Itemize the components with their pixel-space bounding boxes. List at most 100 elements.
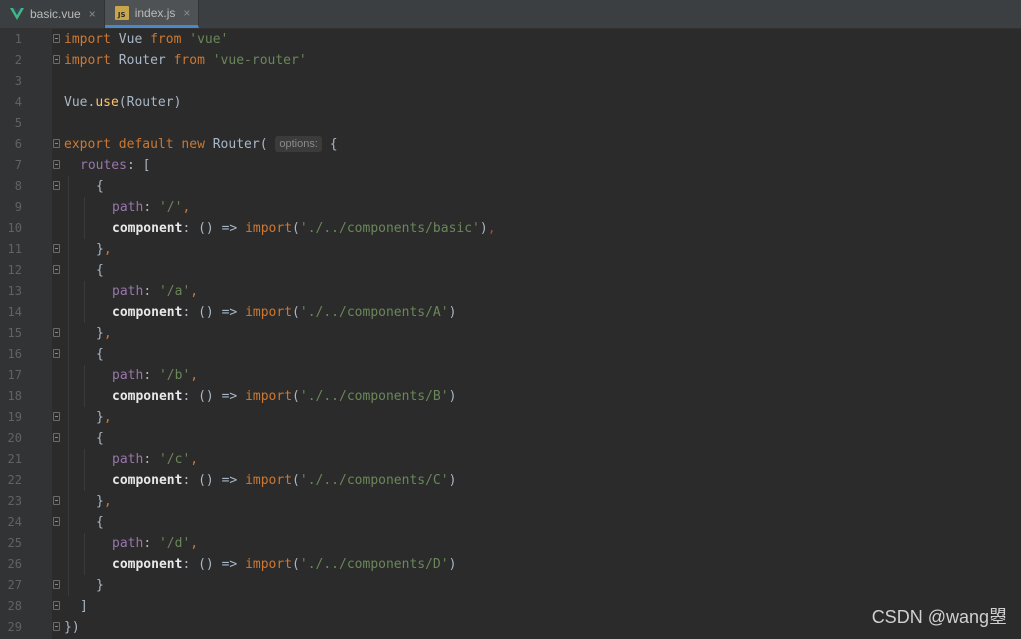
code-line[interactable]: 20 { (0, 428, 1021, 449)
fold-toggle-icon[interactable] (53, 139, 60, 148)
line-number: 8 (14, 179, 22, 193)
line-number: 22 (7, 473, 22, 487)
editor-tab-bar: basic.vue × JS index.js × (0, 0, 1021, 29)
line-number: 17 (7, 368, 22, 382)
fold-toggle-icon[interactable] (53, 34, 60, 43)
line-number: 11 (7, 242, 22, 256)
close-icon[interactable]: × (89, 7, 96, 21)
code-line[interactable]: 26 component: () => import('./../componen… (0, 554, 1021, 575)
indent-guide (68, 491, 69, 512)
code-line[interactable]: 18 component: () => import('./../componen… (0, 386, 1021, 407)
indent-guide (84, 533, 85, 554)
code-line[interactable]: 7 routes: [ (0, 155, 1021, 176)
indent-guide (68, 281, 69, 302)
code-text: }) (64, 620, 80, 635)
tab-index-js[interactable]: JS index.js × (104, 0, 200, 28)
code-text: { (96, 431, 104, 446)
parameter-hint: options: (275, 136, 322, 152)
tab-label: index.js (134, 5, 176, 20)
code-line[interactable]: 14 component: () => import('./../componen… (0, 302, 1021, 323)
indent-guide (68, 344, 69, 365)
line-number: 24 (7, 515, 22, 529)
code-editor[interactable]: 1 import Vue from 'vue' 2 import Router fro… (0, 29, 1021, 638)
indent-guide (84, 554, 85, 575)
code-text: { (96, 515, 104, 530)
line-number: 28 (7, 599, 22, 613)
code-line[interactable]: 2 import Router from 'vue-router' (0, 50, 1021, 71)
indent-guide (84, 365, 85, 386)
line-number: 23 (7, 494, 22, 508)
code-line[interactable]: 19}, (0, 407, 1021, 428)
close-icon[interactable]: × (183, 6, 190, 20)
indent-guide (84, 470, 85, 491)
code-text: path: '/a', (112, 284, 199, 299)
indent-guide (68, 302, 69, 323)
fold-toggle-icon[interactable] (53, 517, 60, 526)
fold-toggle-icon[interactable] (53, 55, 60, 64)
code-line[interactable]: 15}, (0, 323, 1021, 344)
code-text: component: () => import('./../components… (112, 557, 457, 572)
code-text: { (96, 179, 104, 194)
line-number: 6 (14, 137, 22, 151)
indent-guide (84, 386, 85, 407)
fold-toggle-icon[interactable] (53, 349, 60, 358)
indent-guide (84, 302, 85, 323)
tab-basic-vue[interactable]: basic.vue × (0, 0, 105, 28)
code-text: Vue.use(Router) (64, 95, 182, 110)
fold-toggle-icon[interactable] (53, 496, 60, 505)
code-text: }, (96, 410, 112, 425)
code-line[interactable]: 23}, (0, 491, 1021, 512)
indent-guide (68, 260, 69, 281)
fold-toggle-icon[interactable] (53, 328, 60, 337)
line-number: 29 (7, 620, 22, 634)
line-number: 7 (14, 158, 22, 172)
code-line[interactable]: 13 path: '/a', (0, 281, 1021, 302)
indent-guide (68, 323, 69, 344)
code-text: import Router from 'vue-router' (64, 53, 307, 68)
code-line[interactable]: 4 Vue.use(Router) (0, 92, 1021, 113)
code-line[interactable]: 25 path: '/d', (0, 533, 1021, 554)
code-text: import Vue from 'vue' (64, 32, 229, 47)
code-line[interactable]: 8{ (0, 176, 1021, 197)
code-line[interactable]: 9 path: '/', (0, 197, 1021, 218)
indent-guide (84, 281, 85, 302)
line-number: 5 (14, 116, 22, 130)
code-text: component: () => import('./../components… (112, 389, 457, 404)
fold-toggle-icon[interactable] (53, 433, 60, 442)
fold-toggle-icon[interactable] (53, 244, 60, 253)
code-line[interactable]: 22 component: () => import('./../componen… (0, 470, 1021, 491)
watermark: CSDN @wang曌 (871, 607, 1007, 627)
code-line[interactable]: 11}, (0, 239, 1021, 260)
indent-guide (68, 365, 69, 386)
fold-toggle-icon[interactable] (53, 622, 60, 631)
fold-toggle-icon[interactable] (53, 265, 60, 274)
code-line[interactable]: 12 { (0, 260, 1021, 281)
fold-toggle-icon[interactable] (53, 160, 60, 169)
code-line[interactable]: 17 path: '/b', (0, 365, 1021, 386)
code-line[interactable]: 28] (0, 596, 1021, 617)
tab-label: basic.vue (30, 7, 81, 21)
fold-toggle-icon[interactable] (53, 412, 60, 421)
code-line[interactable]: 1 import Vue from 'vue' (0, 29, 1021, 50)
code-line[interactable]: 6 export default new Router( options: { (0, 134, 1021, 155)
code-text: }, (96, 326, 112, 341)
code-line[interactable]: 21 path: '/c', (0, 449, 1021, 470)
fold-toggle-icon[interactable] (53, 181, 60, 190)
fold-toggle-icon[interactable] (53, 580, 60, 589)
indent-guide (68, 197, 69, 218)
indent-guide (84, 218, 85, 239)
indent-guide (68, 512, 69, 533)
code-line[interactable]: 27} (0, 575, 1021, 596)
line-number: 2 (14, 53, 22, 67)
fold-toggle-icon[interactable] (53, 601, 60, 610)
code-line[interactable]: 3 (0, 71, 1021, 92)
code-line[interactable]: 29}) (0, 617, 1021, 638)
indent-guide (84, 449, 85, 470)
code-line[interactable]: 24 { (0, 512, 1021, 533)
code-text: path: '/', (112, 200, 191, 215)
indent-guide (68, 533, 69, 554)
code-line[interactable]: 16 { (0, 344, 1021, 365)
line-number: 4 (14, 95, 22, 109)
code-line[interactable]: 10 component: () => import('./../componen… (0, 218, 1021, 239)
code-line[interactable]: 5 (0, 113, 1021, 134)
